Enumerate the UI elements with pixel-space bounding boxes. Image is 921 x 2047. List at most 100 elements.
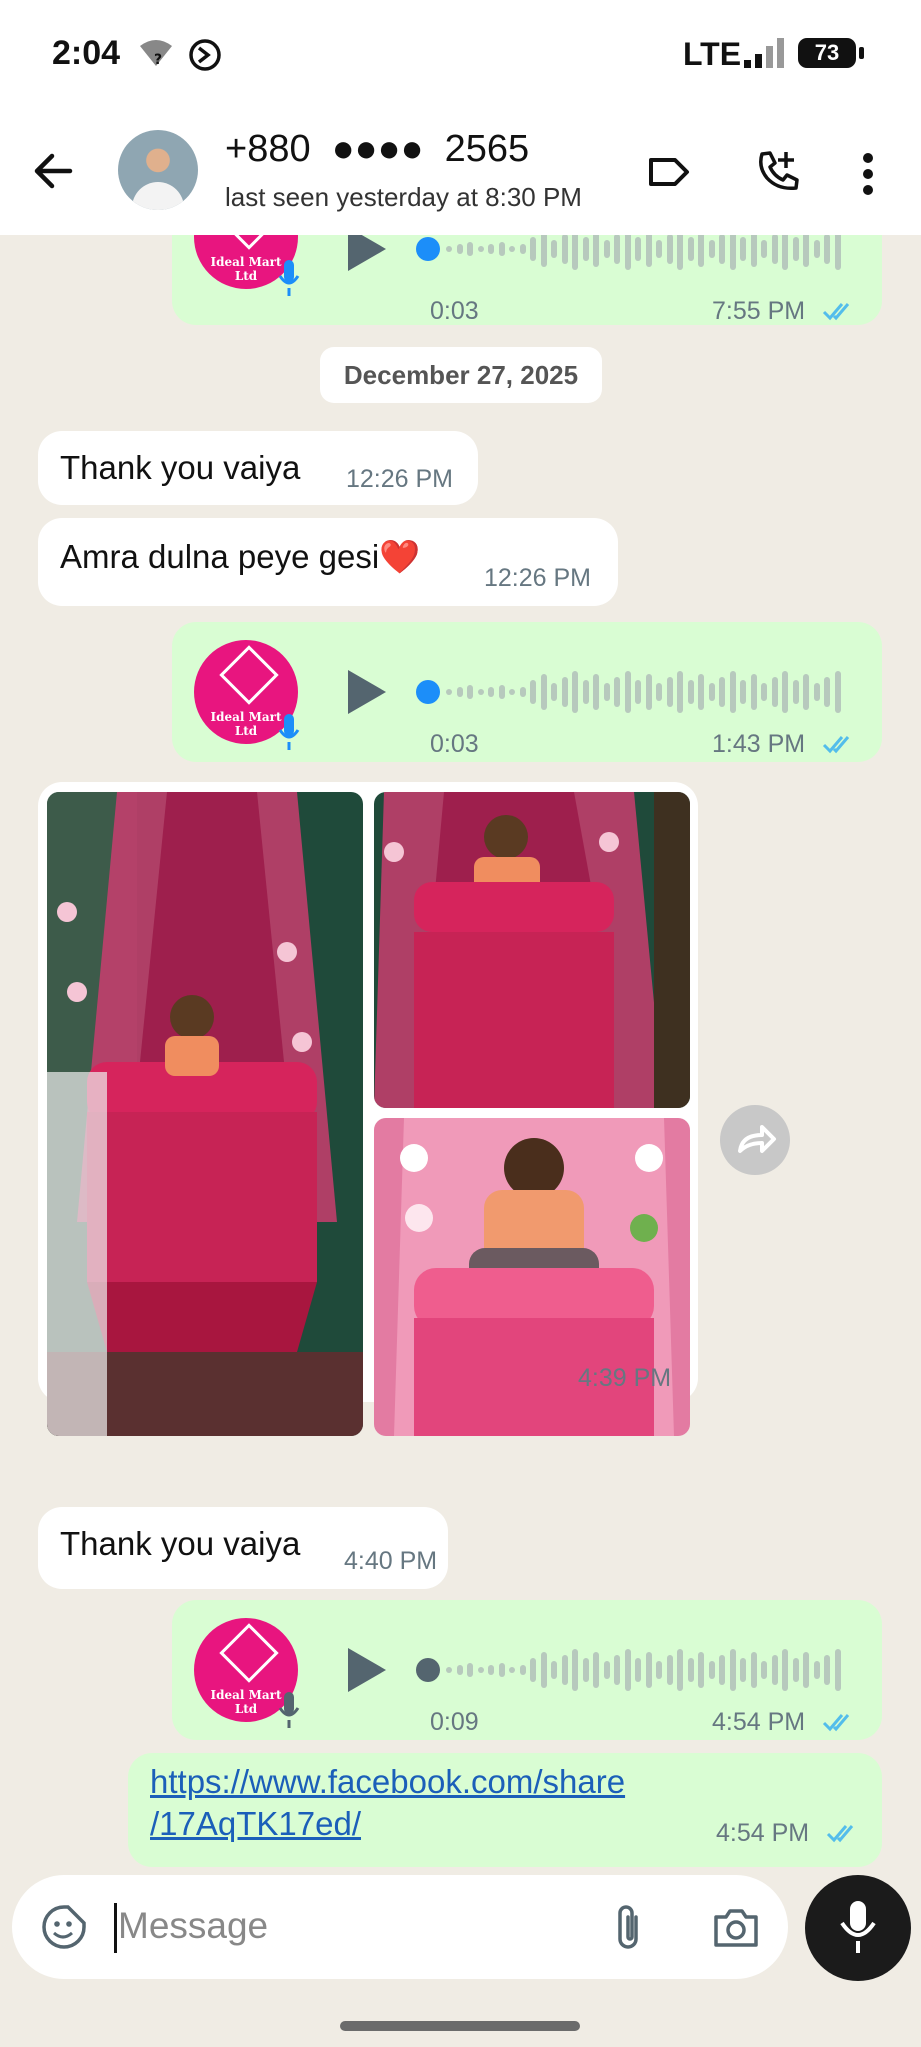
voice-message[interactable]: Ideal Mart Ltd 0:09 4:54 PM xyxy=(172,1600,882,1740)
waveform-bar xyxy=(624,671,631,713)
waveform-bar xyxy=(813,683,820,701)
waveform[interactable] xyxy=(446,670,846,714)
message-time: 1:43 PM xyxy=(712,730,806,758)
waveform-bar xyxy=(803,235,809,267)
waveform-bar xyxy=(561,677,568,707)
signal-icon xyxy=(744,38,784,68)
message-time: 12:26 PM xyxy=(346,465,454,493)
add-call-icon[interactable] xyxy=(754,148,802,196)
waveform-bar xyxy=(740,1658,746,1682)
waveform-bar xyxy=(666,677,673,707)
playback-dot[interactable] xyxy=(416,1658,440,1682)
incoming-message[interactable]: Thank you vaiya 4:40 PM xyxy=(38,1507,448,1589)
message-time: 4:40 PM xyxy=(344,1547,438,1575)
waveform-bar xyxy=(551,683,557,701)
mic-icon xyxy=(278,260,300,296)
waveform[interactable] xyxy=(446,235,846,271)
waveform-bar xyxy=(477,689,484,695)
waveform-bar xyxy=(446,689,452,695)
waveform-bar xyxy=(498,1663,505,1677)
waveform-bar xyxy=(656,240,662,258)
waveform-bar xyxy=(792,1658,799,1682)
waveform-bar xyxy=(635,680,641,704)
waveform-bar xyxy=(803,674,809,710)
status-time: 2:04 xyxy=(52,34,121,72)
waveform-bar xyxy=(719,1655,725,1685)
waveform-bar xyxy=(456,1665,463,1675)
link-message[interactable]: https://www.facebook.com/share /17AqTK17… xyxy=(128,1753,882,1867)
waveform-bar xyxy=(729,1649,736,1691)
contact-avatar[interactable] xyxy=(118,130,198,210)
waveform-bar xyxy=(551,240,557,258)
voice-message[interactable]: Ideal Mart Ltd 0:03 7:55 PM xyxy=(172,235,882,325)
label-icon[interactable] xyxy=(647,150,691,194)
message-input[interactable]: Message xyxy=(12,1875,788,1979)
home-indicator[interactable] xyxy=(340,2021,580,2031)
play-button[interactable] xyxy=(348,670,386,714)
incoming-message[interactable]: Thank you vaiya 12:26 PM xyxy=(38,431,478,505)
photo-cradle-1[interactable] xyxy=(47,792,363,1436)
text-caret xyxy=(114,1903,117,1953)
composer-bar: Message xyxy=(0,1875,921,2047)
contact-name[interactable]: +880 ●●●● 2565 xyxy=(225,128,529,171)
waveform-bar xyxy=(677,1649,683,1691)
waveform-bar xyxy=(677,671,683,713)
waveform-bar xyxy=(603,1661,610,1679)
waveform-bar xyxy=(446,246,452,252)
waveform-bar xyxy=(656,1661,662,1679)
waveform-bar xyxy=(645,235,652,267)
voice-message[interactable]: Ideal Mart Ltd 0:03 1:43 PM xyxy=(172,622,882,762)
waveform-bar xyxy=(771,235,778,264)
waveform-bar xyxy=(582,1658,589,1682)
incoming-message[interactable]: Amra dulna peye gesi❤️ 12:26 PM xyxy=(38,518,618,606)
network-type: LTE xyxy=(683,36,742,72)
sticker-icon[interactable] xyxy=(40,1903,88,1951)
waveform-bar xyxy=(572,1649,578,1691)
waveform-bar xyxy=(698,235,704,267)
attach-icon[interactable] xyxy=(610,1903,646,1953)
waveform-bar xyxy=(761,683,767,701)
message-time: 4:54 PM xyxy=(716,1819,810,1847)
mic-icon xyxy=(278,714,300,750)
waveform[interactable] xyxy=(446,1648,846,1692)
message-link-continued[interactable]: /17AqTK17ed/ xyxy=(150,1805,361,1843)
waveform-bar xyxy=(530,680,536,704)
waveform-bar xyxy=(782,235,788,270)
more-vert-icon[interactable] xyxy=(862,152,874,196)
waveform-bar xyxy=(740,680,746,704)
waveform-bar xyxy=(519,1665,526,1675)
back-arrow-icon[interactable] xyxy=(30,148,76,194)
forward-icon xyxy=(738,1125,776,1153)
waveform-bar xyxy=(498,685,505,699)
photo-album-message[interactable]: 4:39 PM xyxy=(38,782,698,1436)
waveform-bar xyxy=(561,1655,568,1685)
chat-area[interactable]: Ideal Mart Ltd 0:03 7:55 PM December 27,… xyxy=(0,235,921,1875)
mic-icon xyxy=(840,1901,876,1953)
waveform-bar xyxy=(771,1655,778,1685)
forward-button[interactable] xyxy=(720,1105,790,1175)
waveform-bar xyxy=(540,1652,547,1688)
waveform-bar xyxy=(477,246,484,252)
read-ticks-icon xyxy=(826,1825,854,1843)
message-link[interactable]: https://www.facebook.com/share xyxy=(150,1763,625,1801)
waveform-bar xyxy=(509,689,515,695)
waveform-bar xyxy=(750,674,757,710)
waveform-bar xyxy=(708,683,715,701)
waveform-bar xyxy=(477,1667,484,1673)
playback-dot[interactable] xyxy=(416,237,440,261)
voice-record-button[interactable] xyxy=(805,1875,911,1981)
waveform-bar xyxy=(561,235,568,264)
waveform-bar xyxy=(540,674,547,710)
camera-icon[interactable] xyxy=(712,1907,760,1949)
waveform-bar xyxy=(666,235,673,264)
play-button[interactable] xyxy=(348,235,386,271)
playback-dot[interactable] xyxy=(416,680,440,704)
photo-cradle-2[interactable] xyxy=(374,792,690,1108)
waveform-bar xyxy=(488,244,494,254)
play-button[interactable] xyxy=(348,1648,386,1692)
waveform-bar xyxy=(813,240,820,258)
waveform-bar xyxy=(824,1655,830,1685)
waveform-bar xyxy=(834,671,841,713)
waveform-bar xyxy=(614,677,620,707)
waveform-bar xyxy=(750,1652,757,1688)
